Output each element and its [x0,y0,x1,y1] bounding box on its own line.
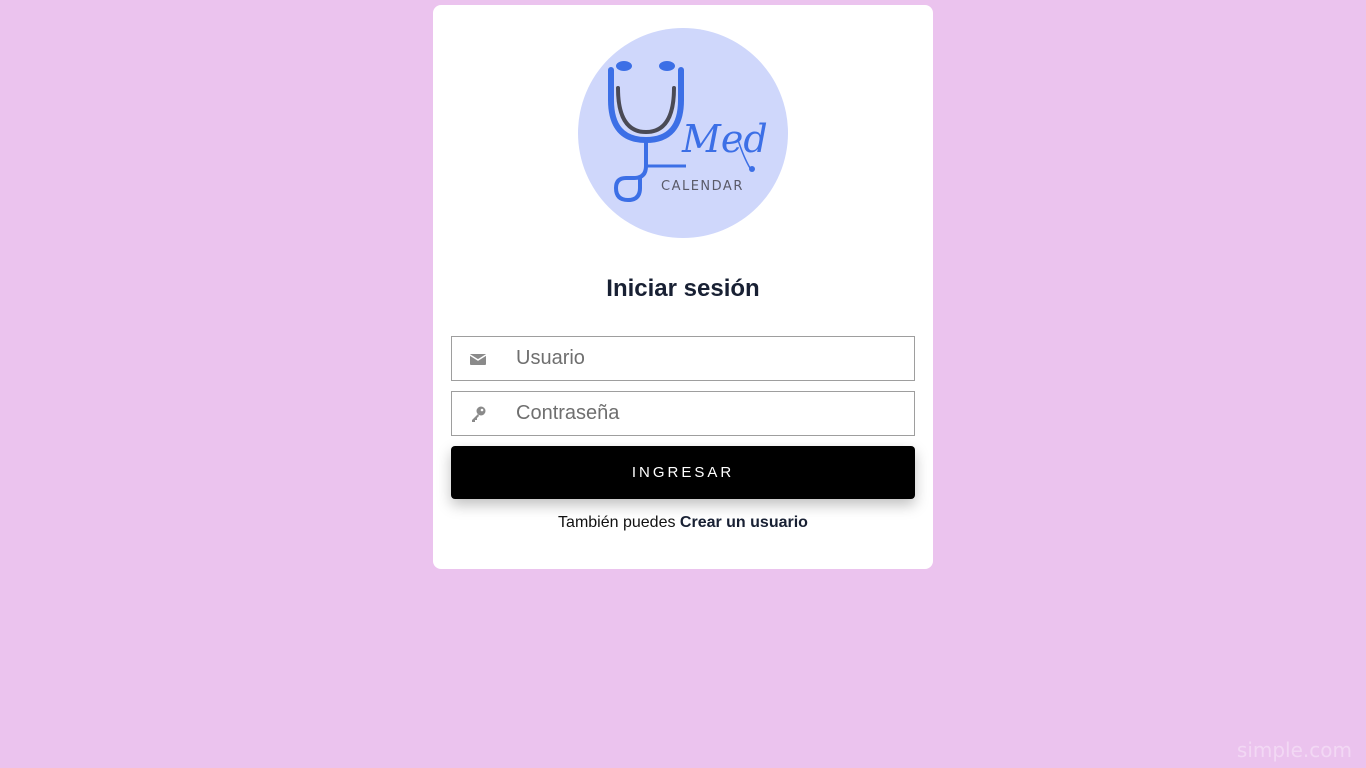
create-user-link[interactable]: Crear un usuario [680,514,808,531]
envelope-icon [469,354,487,365]
page-title: Iniciar sesión [606,275,760,302]
key-icon [472,406,486,422]
login-button[interactable]: INGRESAR [451,446,915,499]
watermark: simple.com [1236,738,1352,762]
logo-caption: CALENDAR [661,179,744,194]
signup-prompt: También puedes Crear un usuario [433,514,933,532]
password-field[interactable] [451,391,915,436]
username-field[interactable] [451,336,915,381]
username-input[interactable] [516,337,896,380]
med-calendar-logo: Med CALENDAR [578,28,788,238]
stethoscope-icon: Med [608,61,768,203]
password-input[interactable] [516,392,896,435]
login-page: Med CALENDAR Iniciar sesión INGRESAR [0,0,1366,768]
login-card: Med CALENDAR Iniciar sesión INGRESAR [433,5,933,569]
signup-prompt-text: También puedes [558,514,680,531]
logo-script-text: Med [681,117,768,161]
